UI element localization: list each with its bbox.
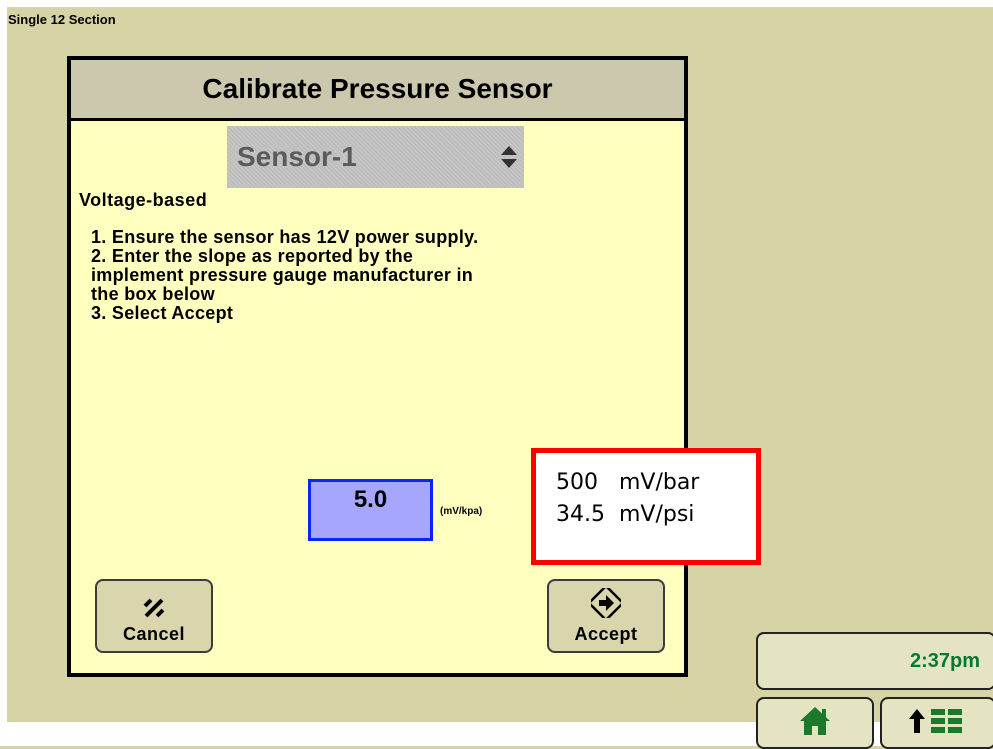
sensor-select-value: Sensor-1 — [237, 141, 357, 172]
conversion-callout: 500 mV/bar 34.5 mV/psi — [531, 448, 761, 565]
accept-arrow-icon — [591, 588, 621, 618]
menu-icon — [905, 703, 971, 744]
callout-line: 34.5 mV/psi — [556, 502, 695, 527]
instruction-line: implement pressure gauge manufacturer in — [91, 265, 474, 285]
up-down-arrows-icon[interactable] — [494, 144, 524, 170]
instruction-line: 2. Enter the slope as reported by the — [91, 246, 414, 266]
left-border — [0, 0, 7, 746]
instructions: 1. Ensure the sensor has 12V power suppl… — [91, 228, 681, 323]
cancel-icon — [142, 596, 166, 618]
cancel-button[interactable]: Cancel — [95, 579, 213, 653]
sensor-select[interactable]: Sensor-1 — [227, 126, 524, 188]
calibration-mode-label: Voltage-based — [79, 190, 208, 210]
instruction-line: the box below — [91, 284, 215, 304]
top-border — [0, 0, 993, 7]
app-title: Single 12 Section — [8, 12, 116, 27]
clock-panel: 2:37pm — [756, 632, 993, 690]
slope-input[interactable]: 5.0 — [308, 479, 433, 541]
accept-button[interactable]: Accept — [547, 579, 665, 653]
dialog-title: Calibrate Pressure Sensor — [71, 60, 684, 121]
slope-unit-label: (mV/kpa) — [440, 506, 483, 517]
instruction-line: 3. Select Accept — [91, 303, 234, 323]
calibrate-dialog: Calibrate Pressure Sensor Sensor-1 Volta… — [67, 56, 688, 677]
callout-line: 500 mV/bar — [556, 470, 700, 495]
menu-button[interactable] — [880, 697, 993, 749]
accept-label: Accept — [574, 624, 638, 644]
time-display: 2:37pm — [909, 649, 980, 672]
home-button[interactable] — [756, 697, 874, 749]
cancel-label: Cancel — [122, 624, 186, 644]
instruction-line: 1. Ensure the sensor has 12V power suppl… — [91, 227, 479, 247]
home-icon — [798, 705, 832, 742]
